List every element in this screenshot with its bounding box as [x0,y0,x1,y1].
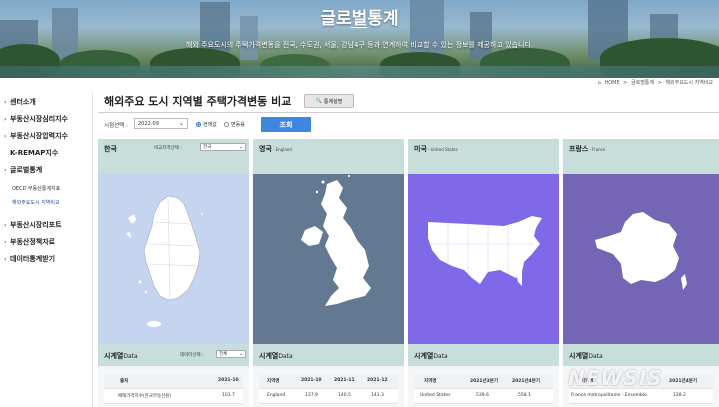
compare-region-select[interactable]: 전국 ⌄ [200,143,246,151]
usa-map[interactable] [408,174,559,344]
card-title: 영국- England [259,145,292,153]
card-england: 영국- England 시계열Data 지역명 2021-10 2021-11 … [253,139,404,407]
time-select-label: 시점선택 : [104,123,128,129]
table-header-cell: 2021년4분기 [669,379,698,384]
sidebar-item-download[interactable]: › 데이터통계받기 [4,254,55,264]
table-cell: England [267,393,286,398]
title-divider [98,112,719,113]
table-cell: 103.7 [222,393,235,398]
sidebar-subitem-city-compare[interactable]: 해외주요도시 지역비교 [12,199,60,206]
data-table: 출처 2021-10 매매가격지수(한국부동산원) 103.7 [104,374,243,404]
table-cell: 140.5 [338,393,351,398]
sidebar-subitem-oecd[interactable]: OECD 부동산통계지표 [12,185,60,192]
table-cell: 128.2 [673,393,686,398]
table-cell: 539.6 [476,393,489,398]
sidebar: › 센터소개 › 부동산시장심리지수 › 부동산시장압력지수 K-REMAP지수 › 글… [0,92,93,407]
data-table: 지역명 2021년3분기 2021년4분기 United States 539.… [414,374,553,404]
radio-current-value[interactable]: 현재값 [196,121,217,128]
home-icon[interactable]: ⌂ [598,80,601,86]
radio-change-rate[interactable]: 변동률 [224,121,245,128]
newsis-watermark: NEWSIS [568,366,663,390]
table-header-cell: 출처 [120,379,129,384]
table-header-cell: 2021년3분기 [470,379,499,384]
table-cell: 137.9 [305,393,318,398]
table-header-cell: 2021년4분기 [512,379,541,384]
table-header-cell: 지역명 [267,379,280,384]
sidebar-item-center[interactable]: › 센터소개 [4,97,36,107]
table-cell: France metropolitaine - Ensemble [571,393,647,398]
table-row: England 137.9 140.5 141.3 [259,389,398,404]
series-header: 시계열Data [563,344,719,366]
hero-banner: 글로벌통계 해외 주요도시의 주택가격변동을 전국, 수도권, 서울, 강남4구… [0,0,719,78]
breadcrumb-home[interactable]: HOME [604,80,619,86]
radio-dot-selected [196,122,201,127]
table-row: United States 539.6 558.1 [414,389,553,404]
chevron-down-icon: ⌄ [238,351,243,357]
series-title: 시계열Data [104,352,138,360]
england-map-panel [253,174,404,344]
sidebar-item-pressure[interactable]: › 부동산시장압력지수 [4,131,68,141]
time-select[interactable]: 2022-09 ⌄ [134,118,188,129]
breadcrumb: ⌂ HOME > 글로벌통계 > 해외주요도시 지역비교 [597,80,713,86]
chevron-down-icon: ⌄ [178,120,184,127]
radio-dot [224,122,229,127]
hero-title: 글로벌통계 [320,9,399,29]
hero-subtitle: 해외 주요도시의 주택가격변동을 전국, 수도권, 서울, 강남4구 등과 연계… [185,41,534,49]
table-row: 매매가격지수(한국부동산원) 103.7 [104,389,243,404]
card-header: 한국 비교지역선택 : 전국 ⌄ [98,139,249,174]
search-button[interactable]: 조회 [261,117,311,132]
card-korea: 한국 비교지역선택 : 전국 ⌄ 시계열Data 데이터선택 : 전체 ⌄ 출처 2… [98,139,249,407]
card-title: 미국- United States [414,145,458,153]
table-header-cell: 2021-10 [218,378,239,383]
compare-region-label: 비교지역선택 : [154,146,182,151]
table-cell: 141.3 [371,393,384,398]
korea-map[interactable] [98,174,249,344]
table-cell: 매매가격지수(한국부동산원) [118,394,172,399]
card-header: 미국- United States [408,139,559,174]
card-usa: 미국- United States 시계열Data 지역명 2021년3분기 2… [408,139,559,407]
breadcrumb-current: 해외주요도시 지역비교 [665,80,713,86]
series-header: 시계열Data 데이터선택 : 전체 ⌄ [98,344,249,366]
page-title: 해외주요 도시 지역별 주택가격변동 비교 [104,95,292,108]
series-title: 시계열Data [569,352,603,360]
series-title: 시계열Data [414,352,448,360]
table-header-row: 지역명 2021년3분기 2021년4분기 [414,374,553,389]
korea-map-panel [98,174,249,344]
breadcrumb-global[interactable]: 글로벌통계 [631,80,654,86]
stats-guide-button[interactable]: 🔍 통계설명 [304,94,354,108]
card-header: 영국- England [253,139,404,174]
chevron-down-icon: ⌄ [238,144,243,150]
sidebar-item-report[interactable]: › 부동산시장리포트 [4,220,62,230]
sidebar-item-policy[interactable]: › 부동산정책자료 [4,237,55,247]
card-header: 프랑스- France [563,139,719,174]
search-icon: 🔍 [315,98,322,104]
table-header-cell: 2021-10 [301,378,322,383]
sidebar-item-sentiment[interactable]: › 부동산시장심리지수 [4,114,68,124]
series-header: 시계열Data [253,344,404,366]
table-header-row: 지역명 2021-10 2021-11 2021-12 [259,374,398,389]
series-header: 시계열Data [408,344,559,366]
table-header-row: 출처 2021-10 [104,374,243,389]
hero-underline [351,27,367,28]
table-cell: 558.1 [518,393,531,398]
table-header-cell: 2021-12 [367,378,388,383]
card-title: 한국 [104,145,117,153]
table-cell: United States [420,393,451,398]
card-title: 프랑스- France [569,145,606,153]
table-header-cell: 지역명 [424,379,437,384]
data-select[interactable]: 전체 ⌄ [216,350,246,358]
table-header-cell: 2021-11 [334,378,355,383]
france-map-panel [563,174,719,344]
data-table: 지역명 2021-10 2021-11 2021-12 England 137.… [259,374,398,404]
series-title: 시계열Data [259,352,293,360]
table-row: France metropolitaine - Ensemble 128.2 [569,389,713,404]
england-map[interactable] [253,174,404,344]
france-map[interactable] [563,174,719,344]
sidebar-item-global[interactable]: › 글로벌통계 [4,165,42,175]
usa-map-panel [408,174,559,344]
sidebar-item-kremap[interactable]: K-REMAP지수 [4,148,58,158]
data-select-label: 데이터선택 : [180,353,204,358]
